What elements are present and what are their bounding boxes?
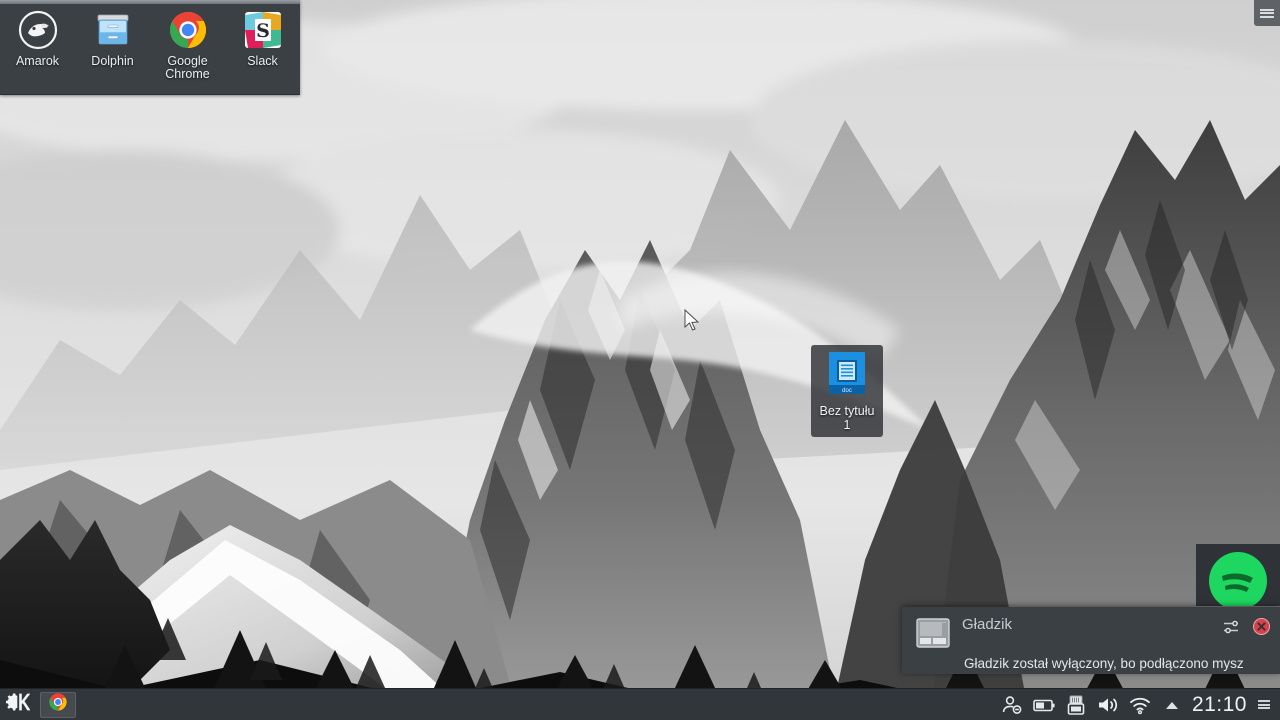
notification-title: Gładzik <box>962 616 1013 633</box>
application-menu-button[interactable] <box>0 689 36 720</box>
battery-icon[interactable] <box>1028 689 1060 720</box>
close-icon[interactable] <box>1253 618 1270 635</box>
taskbar-task-google-chrome[interactable] <box>40 691 76 718</box>
touchpad-icon <box>916 618 950 648</box>
google-chrome-icon <box>48 692 68 717</box>
launcher-item-amarok[interactable]: Amarok <box>0 0 75 95</box>
desktop-file-icon[interactable]: doc Bez tytułu 1 <box>811 345 883 437</box>
desktop-icon-label-line1: Bez tytułu <box>819 404 875 418</box>
panel-toggle-button[interactable] <box>1254 689 1274 720</box>
digital-clock[interactable]: 21:10 <box>1188 693 1254 717</box>
svg-text:S: S <box>256 20 270 42</box>
launcher-item-slack[interactable]: S Slack <box>225 0 300 95</box>
launcher-label: Google Chrome <box>165 54 210 81</box>
hamburger-icon <box>1260 7 1274 19</box>
spotify-icon <box>1207 550 1269 606</box>
launcher-item-dolphin[interactable]: Dolphin <box>75 0 150 95</box>
google-chrome-icon <box>167 9 209 51</box>
desktop-launcher-panel[interactable]: Amarok Dolphin Google Chrome S Slack <box>0 0 300 95</box>
launcher-item-google-chrome[interactable]: Google Chrome <box>150 0 225 95</box>
notification-header: Gładzik <box>916 616 1270 648</box>
desktop-toolbox-button[interactable] <box>1254 0 1280 26</box>
launcher-label: Slack <box>247 54 278 68</box>
amarok-icon <box>17 9 59 51</box>
dolphin-icon <box>92 9 134 51</box>
taskbar[interactable]: 21:10 <box>0 688 1280 720</box>
wifi-icon[interactable] <box>1124 689 1156 720</box>
desktop-icon-label-line2: 1 <box>843 418 851 432</box>
usb-device-icon[interactable] <box>1060 689 1092 720</box>
svg-text:doc: doc <box>842 388 852 394</box>
hamburger-icon <box>1258 699 1270 711</box>
volume-icon[interactable] <box>1092 689 1124 720</box>
document-icon: doc <box>825 351 869 401</box>
desktop-icon-label: Bez tytułu 1 <box>812 404 882 432</box>
settings-sliders-icon[interactable] <box>1223 619 1241 635</box>
launcher-label: Dolphin <box>91 54 134 68</box>
system-tray[interactable]: 21:10 <box>996 689 1280 720</box>
launcher-label: Amarok <box>15 54 60 68</box>
desktop[interactable]: Amarok Dolphin Google Chrome S Slack doc… <box>0 0 1280 720</box>
spotify-tray-popup[interactable] <box>1196 544 1280 606</box>
chevron-up-icon[interactable] <box>1156 689 1188 720</box>
slack-icon: S <box>242 9 284 51</box>
kde-k-logo-icon <box>5 690 31 719</box>
notification-popup[interactable]: Gładzik Gładzik został wyłączony, bo pod… <box>902 607 1280 674</box>
notification-body: Gładzik został wyłączony, bo podłączono … <box>964 656 1244 671</box>
notification-actions <box>1223 618 1270 635</box>
user-status-icon[interactable] <box>996 689 1028 720</box>
